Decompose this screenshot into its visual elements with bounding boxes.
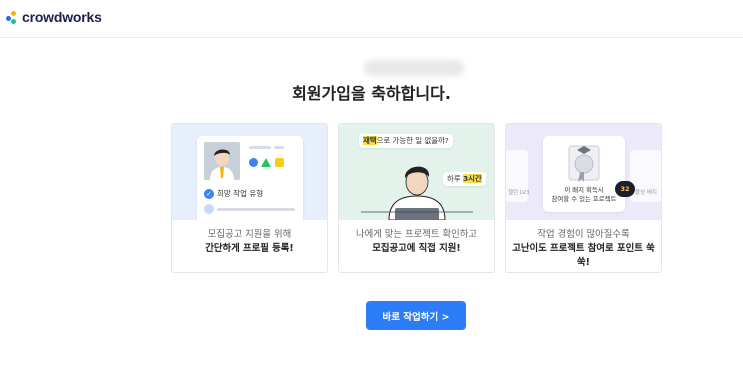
placeholder-line bbox=[217, 208, 295, 211]
badge-card: 이 배지 획득시 참여할 수 있는 프로젝트 bbox=[543, 136, 625, 212]
side-card-label: 챌린 LV3 bbox=[508, 190, 530, 196]
crowdworks-logo[interactable]: crowdworks bbox=[6, 9, 102, 25]
triangle-shape-icon bbox=[261, 158, 271, 167]
start-work-button[interactable]: 바로 작업하기 > bbox=[366, 301, 466, 330]
feature-card-apply: 재택으로 가능한 일 없을까? 하루 3시간 나에게 맞는 프로젝트 확인하고 … bbox=[338, 123, 495, 273]
speech-bubble: 재택으로 가능한 일 없을까? bbox=[359, 134, 453, 148]
side-card-label: 플성 배지 bbox=[635, 190, 657, 196]
card-line2: 고난이도 프로젝트 참여로 포인트 쑥쑥! bbox=[512, 243, 655, 268]
profile-panel: ✓ 희망 작업 유형 bbox=[197, 136, 303, 220]
check-circle-icon bbox=[204, 204, 214, 214]
work-type-label: 희망 작업 유형 bbox=[217, 189, 264, 198]
card-caption: 나에게 맞는 프로젝트 확인하고 모집공고에 직접 지원! bbox=[339, 228, 494, 256]
profile-illustration: ✓ 희망 작업 유형 bbox=[172, 124, 327, 220]
badge-illustration: 챌린 LV3 플성 배지 이 배지 획득시 참여할 수 있는 프로젝트 32 bbox=[506, 124, 661, 220]
apply-illustration: 재택으로 가능한 일 없을까? 하루 3시간 bbox=[339, 124, 494, 220]
blurred-username bbox=[364, 60, 464, 76]
point-chip: 32 bbox=[615, 181, 635, 197]
feature-card-profile: ✓ 희망 작업 유형 모집공고 지원을 위해 간단하게 프로필 등록! bbox=[171, 123, 328, 273]
bubble-highlight: 재택 bbox=[363, 136, 377, 145]
bubble-text: 으로 가능한 일 없을까? bbox=[376, 136, 449, 145]
card-line2: 모집공고에 직접 지원! bbox=[372, 243, 461, 254]
card-line1: 모집공고 지원을 위해 bbox=[207, 229, 292, 240]
badge-caption-line1: 이 배지 획득시 bbox=[564, 186, 604, 194]
logo-dots-icon bbox=[6, 10, 20, 24]
feature-card-points: 챌린 LV3 플성 배지 이 배지 획득시 참여할 수 있는 프로젝트 32 작… bbox=[505, 123, 662, 273]
placeholder-line bbox=[249, 146, 271, 149]
card-line2: 간단하게 프로필 등록! bbox=[205, 243, 294, 254]
logo-text: crowdworks bbox=[22, 9, 102, 25]
page-title: 회원가입을 축하합니다. bbox=[292, 84, 451, 103]
circle-shape-icon bbox=[249, 158, 258, 167]
card-line1: 작업 경험이 많아질수록 bbox=[537, 229, 630, 240]
top-header: crowdworks bbox=[0, 0, 743, 38]
placeholder-line bbox=[274, 146, 284, 149]
avatar-icon bbox=[204, 142, 240, 180]
card-caption: 모집공고 지원을 위해 간단하게 프로필 등록! bbox=[172, 228, 327, 256]
badge-caption: 이 배지 획득시 참여할 수 있는 프로젝트 bbox=[543, 186, 625, 204]
square-shape-icon bbox=[275, 158, 284, 167]
check-circle-icon: ✓ bbox=[204, 189, 214, 199]
card-line1: 나에게 맞는 프로젝트 확인하고 bbox=[355, 229, 478, 240]
card-caption: 작업 경험이 많아질수록 고난이도 프로젝트 참여로 포인트 쑥쑥! bbox=[506, 228, 661, 270]
certificate-badge-icon bbox=[568, 145, 600, 182]
person-at-laptop-icon bbox=[361, 166, 473, 220]
badge-caption-line2: 참여할 수 있는 프로젝트 bbox=[551, 195, 617, 203]
